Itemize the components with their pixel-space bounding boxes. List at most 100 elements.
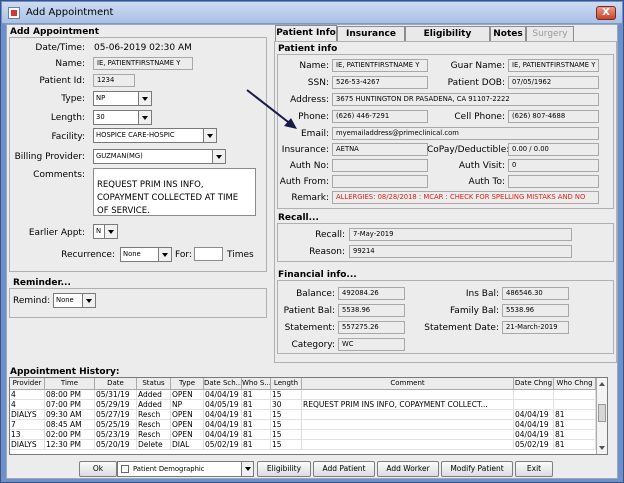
table-cell: 13	[10, 430, 45, 439]
annotation-arrow-icon	[246, 89, 297, 129]
tab-notes[interactable]: Notes	[490, 26, 526, 41]
column-header[interactable]: Status	[137, 378, 171, 390]
table-cell: 4	[10, 400, 45, 409]
table-cell: 81	[242, 400, 271, 409]
table-cell: OPEN	[171, 430, 204, 439]
table-cell: 05/31/19	[95, 390, 137, 399]
table-cell: Resch	[137, 410, 171, 419]
table-cell: 08:00 PM	[45, 390, 95, 399]
table-cell: 05/20/19	[95, 440, 137, 449]
statement-date-label: Statement Date:	[424, 323, 499, 333]
add-worker-button[interactable]: Add Worker	[377, 461, 439, 477]
table-cell	[554, 400, 596, 409]
chevron-down-icon[interactable]	[82, 294, 95, 307]
earlier-appt-label: Earlier Appt:	[28, 228, 85, 238]
column-header[interactable]: Length	[271, 378, 302, 390]
history-scrollbar[interactable]	[596, 378, 607, 454]
column-header[interactable]: Who S...	[242, 378, 271, 390]
table-cell: 09:30 AM	[45, 410, 95, 419]
auth-from-field	[332, 175, 428, 188]
table-cell: 7	[10, 420, 45, 429]
table-row[interactable]: 13 02:00 PM 05/23/19 Resch OPEN 04/04/19 81 15 0…	[10, 430, 597, 440]
column-header[interactable]: Date Sch...	[204, 378, 242, 390]
column-header[interactable]: Date Chng	[514, 378, 554, 390]
table-cell: 81	[554, 410, 596, 419]
table-cell	[514, 390, 554, 399]
recall-label: Recall:	[315, 230, 345, 240]
patient-id-label: Patient Id:	[39, 76, 85, 86]
remind-label: Remind:	[13, 296, 51, 306]
table-cell: 15	[271, 440, 302, 449]
statement-label: Statement:	[284, 323, 335, 333]
chevron-down-icon[interactable]	[138, 92, 151, 105]
earlier-appt-select[interactable]: N	[93, 224, 118, 239]
comments-textarea[interactable]: REQUEST PRIM INS INFO, COPAYMENT COLLECT…	[93, 168, 256, 216]
balance-label: Balance:	[296, 289, 335, 299]
family-bal-label: Family Bal:	[449, 306, 499, 316]
app-window: Add Appointment X Add Appointment Date/T…	[0, 0, 624, 483]
column-header[interactable]: Time	[45, 378, 95, 390]
chevron-down-icon[interactable]	[104, 225, 117, 238]
table-cell: 04/04/19	[204, 390, 242, 399]
table-cell: 04/04/19	[204, 410, 242, 419]
billing-provider-select[interactable]: GUZMAN(MG)	[93, 149, 226, 164]
auth-no-label: Auth No:	[289, 161, 329, 171]
table-cell: 08:45 AM	[45, 420, 95, 429]
statement-date-field: 21-March-2019	[502, 321, 569, 334]
exit-button[interactable]: Exit	[515, 461, 553, 477]
add-patient-button[interactable]: Add Patient	[313, 461, 375, 477]
remind-select[interactable]: None	[53, 293, 96, 308]
scroll-down-icon[interactable]	[599, 446, 605, 450]
email-field: myemailaddress@primeclinical.com	[332, 127, 599, 140]
financial-heading: Financial info...	[278, 270, 357, 280]
column-header[interactable]: Comment	[302, 378, 514, 390]
column-header[interactable]: Type	[171, 378, 204, 390]
tab-eligibility-history[interactable]: Eligibility History	[405, 26, 490, 53]
facility-select[interactable]: HOSPICE CARE-HOSPIC	[93, 128, 217, 143]
ins-bal-label: Ins Bal:	[465, 289, 499, 299]
window-title: Add Appointment	[26, 7, 114, 18]
patient-demographic-checkbox[interactable]	[121, 465, 129, 473]
table-row[interactable]: DIALYS 09:30 AM 05/27/19 Resch OPEN 04/04/19 8…	[10, 410, 597, 420]
table-row[interactable]: 7 08:45 AM 05/25/19 Resch OPEN 04/04/19 81 15 04…	[10, 420, 597, 430]
facility-select-value: HOSPICE CARE-HOSPIC	[96, 131, 175, 139]
title-bar[interactable]: Add Appointment X	[2, 2, 622, 24]
recall-field: 7-May-2019	[349, 228, 572, 241]
table-cell	[554, 390, 596, 399]
insurance-field: AETNA	[332, 143, 428, 156]
table-row[interactable]: 4 07:00 PM 05/29/19 Added NP 04/05/19 81 30 REQU…	[10, 400, 597, 410]
table-row[interactable]: DIALYS 12:30 PM 05/20/19 Delete DIAL 05/02/19…	[10, 440, 597, 450]
name-label: Name:	[55, 59, 85, 69]
table-cell: 05/27/19	[95, 410, 137, 419]
modify-patient-button[interactable]: Modify Patient	[441, 461, 513, 477]
table-cell: Added	[137, 400, 171, 409]
table-cell: DIALYS	[10, 410, 45, 419]
recurrence-select[interactable]: None	[120, 247, 172, 262]
patient-demographic-select[interactable]: Patient Demographic	[117, 461, 254, 477]
scroll-thumb[interactable]	[598, 404, 606, 422]
chevron-down-icon[interactable]	[158, 248, 171, 261]
length-select[interactable]: 30	[93, 110, 152, 125]
scroll-up-icon[interactable]	[599, 382, 605, 386]
column-header[interactable]: Who Chng	[554, 378, 596, 390]
table-cell: OPEN	[171, 420, 204, 429]
dob-field: 07/05/1962	[508, 76, 599, 89]
table-row[interactable]: 4 08:00 PM 05/31/19 Added OPEN 04/04/19 81 15	[10, 390, 597, 400]
for-input[interactable]	[194, 247, 223, 261]
facility-label: Facility:	[51, 132, 85, 142]
table-cell: 04/05/19	[204, 400, 242, 409]
column-header[interactable]: Provider	[10, 378, 45, 390]
insurance-label: Insurance:	[281, 145, 329, 155]
eligibility-button[interactable]: Eligibility	[257, 461, 311, 477]
for-label: For:	[175, 250, 192, 260]
chevron-down-icon[interactable]	[241, 462, 253, 476]
ok-button[interactable]: Ok	[79, 461, 117, 477]
type-select[interactable]: NP	[93, 91, 152, 106]
chevron-down-icon[interactable]	[138, 111, 151, 124]
close-button[interactable]: X	[596, 6, 616, 20]
tab-insurance-info[interactable]: Insurance Info	[337, 26, 405, 53]
tab-patient-info[interactable]: Patient Info	[275, 25, 337, 41]
chevron-down-icon[interactable]	[212, 150, 225, 163]
column-header[interactable]: Date	[95, 378, 137, 390]
chevron-down-icon[interactable]	[203, 129, 216, 142]
